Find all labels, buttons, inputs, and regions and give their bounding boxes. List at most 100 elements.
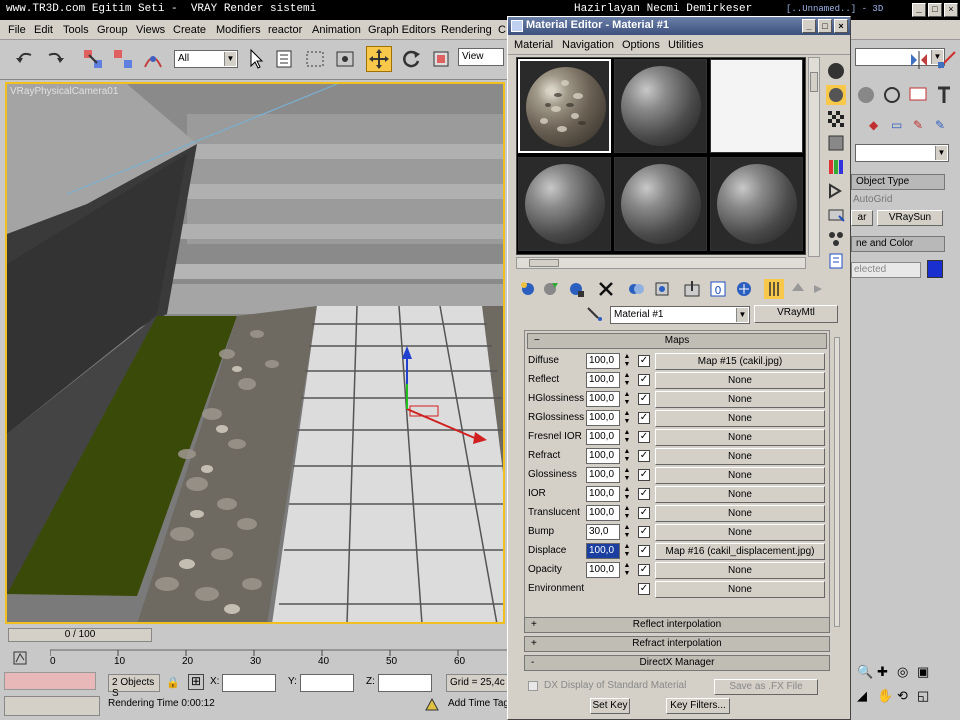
modify-tab-icon[interactable] [881,84,903,106]
scrollbar-thumb[interactable] [810,72,818,92]
zoom-icon[interactable]: 🔍 [857,664,873,680]
select-object-icon[interactable] [244,46,270,72]
amount-spinner[interactable]: ▲ ▼ [623,543,631,559]
panel-scrollbar[interactable] [834,337,840,627]
lights-icon[interactable]: ✎ [913,118,923,132]
put-to-library-icon[interactable] [682,279,702,299]
backlight-icon[interactable] [826,85,846,105]
mated-menu-options[interactable]: Options [622,39,660,51]
map-slot-button[interactable]: None [655,486,825,503]
script-input-field[interactable] [4,696,100,716]
sample-uv-tiling-icon[interactable] [826,133,846,153]
unlink-selection-icon[interactable] [110,46,136,72]
sample-slot-2[interactable] [614,59,707,153]
absolute-mode-icon[interactable]: ⊞ [188,674,204,690]
z-coord-field[interactable] [378,674,432,692]
y-coord-field[interactable] [300,674,354,692]
maximize-viewport-icon[interactable]: ◱ [917,688,929,704]
map-enable-checkbox[interactable]: ✓ [638,374,650,386]
menu-reactor[interactable]: reactor [268,24,302,36]
align-icon[interactable] [935,48,959,72]
map-enable-checkbox[interactable]: ✓ [638,393,650,405]
menu-views[interactable]: Views [136,24,165,36]
get-material-icon[interactable] [518,279,538,299]
zoom-extents-all-icon[interactable]: ▣ [917,664,929,680]
video-color-check-icon[interactable] [826,157,846,177]
autogrid-checkbox[interactable]: AutoGrid [853,194,892,205]
amount-spinner[interactable]: ▲ ▼ [623,410,631,426]
minimize-button[interactable]: _ [912,3,926,17]
undo-icon[interactable] [12,46,38,72]
map-amount-field[interactable]: 100,0 [586,391,620,407]
pick-material-from-object-icon[interactable] [586,306,604,322]
make-material-copy-icon[interactable] [626,279,646,299]
sample-slot-3[interactable] [710,59,803,153]
map-enable-checkbox[interactable]: ✓ [638,545,650,557]
material-map-navigator-icon[interactable] [826,251,846,271]
mated-maximize-button[interactable]: □ [818,19,832,33]
sample-slot-4[interactable] [518,157,611,251]
map-amount-field[interactable]: 100,0 [586,486,620,502]
map-slot-button[interactable]: None [655,581,825,598]
window-crossing-icon[interactable] [332,46,358,72]
perspective-viewport[interactable]: VRayPhysicalCamera01 [5,82,505,624]
mated-menu-material[interactable]: Material [514,39,553,51]
make-unique-icon[interactable] [652,279,672,299]
mirror-icon[interactable] [907,48,931,72]
select-by-material-icon[interactable] [826,229,846,249]
object-name-field[interactable]: elected [851,262,921,278]
save-fx-button[interactable]: Save as .FX File [714,679,818,695]
scale-icon[interactable] [428,46,454,72]
map-enable-checkbox[interactable]: ✓ [638,450,650,462]
menu-group[interactable]: Group [97,24,128,36]
menu-rendering[interactable]: Rendering [441,24,492,36]
map-slot-button[interactable]: None [655,524,825,541]
options-icon[interactable] [826,205,846,225]
material-effects-channel-icon[interactable]: 0 [708,279,728,299]
map-enable-checkbox[interactable]: ✓ [638,355,650,367]
map-slot-button[interactable]: None [655,429,825,446]
map-amount-field[interactable]: 100,0 [586,467,620,483]
amount-spinner[interactable]: ▲ ▼ [623,353,631,369]
amount-spinner[interactable]: ▲ ▼ [623,524,631,540]
dx-display-checkbox[interactable] [528,681,538,691]
show-map-in-viewport-icon[interactable] [734,279,754,299]
close-button[interactable]: × [944,3,958,17]
amount-spinner[interactable]: ▲ ▼ [623,448,631,464]
viewport-label[interactable]: VRayPhysicalCamera01 [10,86,118,97]
pan-icon[interactable]: ✋ [877,688,893,704]
make-preview-icon[interactable] [826,181,846,201]
zoom-extents-icon[interactable]: ◎ [897,664,908,680]
vraysun-button[interactable]: VRaySun [877,210,943,226]
map-enable-checkbox[interactable]: ✓ [638,583,650,595]
zoom-all-icon[interactable]: ✚ [877,664,888,680]
amount-spinner[interactable]: ▲ ▼ [623,486,631,502]
map-enable-checkbox[interactable]: ✓ [638,412,650,424]
map-amount-field[interactable]: 100,0 [586,562,620,578]
sample-slot-5[interactable] [614,157,707,251]
field-of-view-icon[interactable]: ◢ [857,688,867,704]
go-forward-to-sibling-icon[interactable] [810,279,830,299]
maxscript-listener-field[interactable] [4,672,96,690]
assign-material-to-selection-icon[interactable] [566,279,586,299]
map-slot-button[interactable]: None [655,505,825,522]
map-enable-checkbox[interactable]: ✓ [638,469,650,481]
map-slot-button[interactable]: None [655,562,825,579]
mated-menu-utilities[interactable]: Utilities [668,39,703,51]
scrollbar-thumb[interactable] [529,259,559,267]
map-slot-button[interactable]: None [655,467,825,484]
go-to-parent-icon[interactable] [788,279,808,299]
mini-curve-editor-icon[interactable] [8,648,38,670]
reference-coordinate-dropdown[interactable]: View [458,48,504,66]
create-tab-icon[interactable] [855,84,877,106]
map-amount-field[interactable]: 100,0 [586,543,620,559]
time-slider[interactable]: 0 / 100 [8,628,152,642]
map-slot-button[interactable]: Map #16 (cakil_displacement.jpg) [655,543,825,560]
bind-space-warp-icon[interactable] [140,46,166,72]
put-material-to-scene-icon[interactable] [540,279,560,299]
utilities-tab-icon[interactable] [933,84,955,106]
map-slot-button[interactable]: None [655,448,825,465]
map-slot-button[interactable]: None [655,410,825,427]
object-type-rollout[interactable]: Object Type [851,174,945,190]
slots-horizontal-scrollbar[interactable] [516,257,806,269]
